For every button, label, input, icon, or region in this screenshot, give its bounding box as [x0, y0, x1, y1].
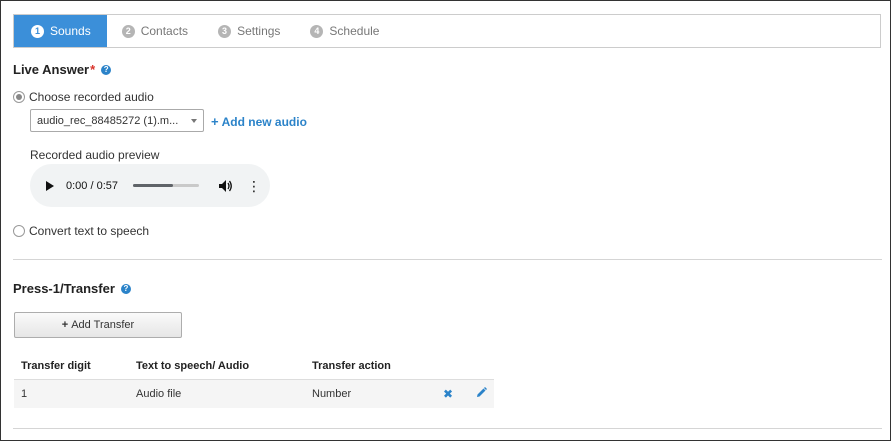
- plus-icon: +: [211, 114, 219, 129]
- preview-label: Recorded audio preview: [30, 148, 160, 162]
- radio-choose-recorded[interactable]: Choose recorded audio: [13, 90, 154, 104]
- tab-label: Schedule: [329, 24, 380, 38]
- step-number-icon: 1: [31, 24, 44, 38]
- question-circle-icon[interactable]: ?: [120, 283, 131, 294]
- audio-time: 0:00 / 0:57: [66, 179, 118, 192]
- column-header-empty: [428, 353, 461, 380]
- tab-sounds[interactable]: 1 Sounds: [14, 15, 107, 47]
- cell-audio: Audio file: [129, 379, 305, 408]
- add-transfer-label: Add Transfer: [71, 319, 135, 331]
- section-divider: [13, 259, 882, 260]
- transfer-title: Press-1/Transfer ?: [13, 281, 131, 296]
- live-answer-title-text: Live Answer: [13, 62, 90, 77]
- audio-player: 0:00 / 0:57 ⋮: [30, 164, 270, 207]
- cell-action: Number: [305, 379, 428, 408]
- column-header: Text to speech/ Audio: [129, 353, 305, 380]
- radio-button-checked[interactable]: [13, 91, 25, 103]
- plus-icon: +: [61, 319, 69, 331]
- tab-settings[interactable]: 3 Settings: [203, 15, 295, 47]
- tab-label: Sounds: [50, 24, 91, 38]
- section-divider: [13, 428, 882, 429]
- wizard-steps: 1 Sounds 2 Contacts 3 Settings 4 Schedul…: [13, 14, 881, 48]
- step-number-icon: 4: [310, 24, 324, 38]
- step-number-icon: 2: [121, 24, 135, 38]
- add-transfer-button[interactable]: + Add Transfer: [14, 312, 182, 338]
- chevron-down-icon: [191, 119, 197, 123]
- pencil-icon[interactable]: [476, 386, 487, 401]
- delete-icon[interactable]: ✖: [443, 387, 453, 401]
- step-number-icon: 3: [218, 24, 232, 38]
- tab-label: Contacts: [140, 24, 189, 38]
- edit-cell: [461, 379, 494, 408]
- tab-label: Settings: [237, 24, 281, 38]
- radio-button[interactable]: [13, 225, 25, 237]
- audio-progress-bar[interactable]: [133, 184, 199, 187]
- add-new-audio-label: Add new audio: [221, 114, 307, 129]
- delete-cell: ✖: [428, 379, 461, 408]
- table-header-row: Transfer digit Text to speech/ Audio Tra…: [14, 353, 494, 380]
- live-answer-title: Live Answer * ?: [13, 62, 112, 77]
- transfer-title-text: Press-1/Transfer: [13, 281, 115, 296]
- audio-select-value: audio_rec_88485272 (1).m...: [37, 114, 179, 127]
- table-row: 1 Audio file Number ✖: [14, 379, 494, 408]
- window-frame: 1 Sounds 2 Contacts 3 Settings 4 Schedul…: [0, 0, 891, 441]
- radio-label: Choose recorded audio: [29, 90, 154, 104]
- radio-label: Convert text to speech: [29, 224, 150, 238]
- volume-icon[interactable]: [219, 179, 233, 192]
- column-header: Transfer action: [305, 353, 428, 380]
- radio-convert-tts[interactable]: Convert text to speech: [13, 224, 149, 238]
- audio-select[interactable]: audio_rec_88485272 (1).m...: [30, 109, 204, 132]
- add-new-audio-link[interactable]: + Add new audio: [211, 114, 307, 129]
- column-header: Transfer digit: [14, 353, 129, 380]
- tab-schedule[interactable]: 4 Schedule: [295, 15, 394, 47]
- column-header-empty: [461, 353, 494, 380]
- required-mark: *: [90, 62, 96, 77]
- transfer-table: Transfer digit Text to speech/ Audio Tra…: [14, 353, 494, 408]
- audio-progress-fill: [133, 184, 173, 187]
- more-vertical-icon[interactable]: ⋮: [247, 179, 261, 193]
- question-circle-icon[interactable]: ?: [101, 64, 112, 75]
- cell-digit: 1: [14, 379, 129, 408]
- play-icon[interactable]: [46, 180, 54, 191]
- tab-contacts[interactable]: 2 Contacts: [107, 15, 203, 47]
